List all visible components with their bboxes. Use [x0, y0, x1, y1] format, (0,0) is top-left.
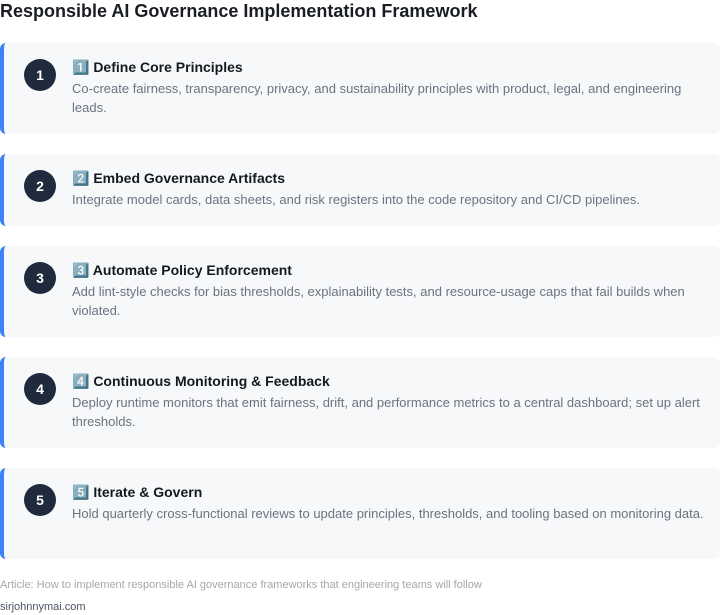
step-number-badge: 3 [24, 262, 56, 294]
step-title: 1️⃣ Define Core Principles [72, 59, 243, 75]
step-card-3: 3 3️⃣ Automate Policy Enforcement Add li… [0, 246, 720, 337]
article-footnote: Article: How to implement responsible AI… [0, 579, 482, 591]
page-title: Responsible AI Governance Implementation… [0, 1, 478, 21]
step-title: 2️⃣ Embed Governance Artifacts [72, 170, 285, 186]
step-card-2: 2 2️⃣ Embed Governance Artifacts Integra… [0, 154, 720, 226]
step-description: Add lint-style checks for bias threshold… [72, 284, 685, 318]
step-title: 5️⃣ Iterate & Govern [72, 484, 203, 500]
step-description: Hold quarterly cross-functional reviews … [72, 506, 704, 521]
step-number-badge: 5 [24, 484, 56, 516]
step-title: 3️⃣ Automate Policy Enforcement [72, 262, 292, 278]
step-card-4: 4 4️⃣ Continuous Monitoring & Feedback D… [0, 357, 720, 448]
step-number-badge: 1 [24, 59, 56, 91]
step-number-badge: 4 [24, 373, 56, 405]
step-description: Deploy runtime monitors that emit fairne… [72, 395, 700, 429]
step-card-5: 5 5️⃣ Iterate & Govern Hold quarterly cr… [0, 468, 720, 559]
step-number-badge: 2 [24, 170, 56, 202]
site-credit[interactable]: sirjohnnymai.com [0, 601, 86, 613]
framework-page: Responsible AI Governance Implementation… [0, 0, 720, 615]
step-description: Integrate model cards, data sheets, and … [72, 192, 640, 207]
step-description: Co-create fairness, transparency, privac… [72, 81, 682, 115]
step-title: 4️⃣ Continuous Monitoring & Feedback [72, 373, 330, 389]
step-card-1: 1 1️⃣ Define Core Principles Co-create f… [0, 43, 720, 134]
